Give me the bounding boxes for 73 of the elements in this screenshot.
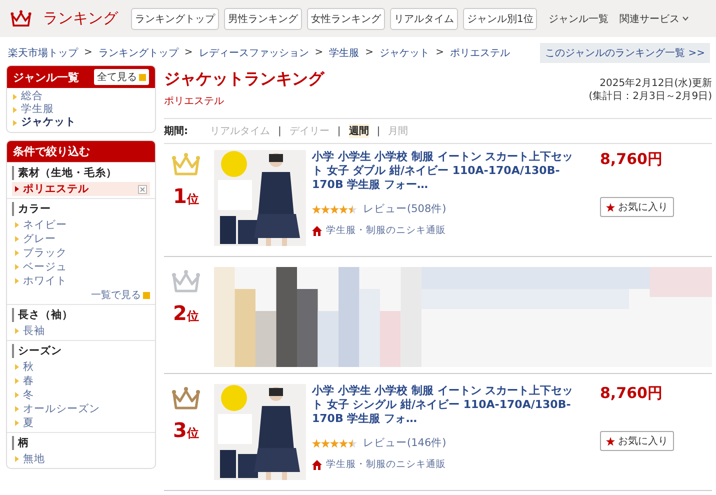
rank-number: 3位 (173, 418, 199, 442)
nav-button[interactable]: ジャンル別1位 (463, 8, 538, 30)
filter-option[interactable]: 長袖 (12, 324, 150, 338)
see-all-button[interactable]: 全て見る (94, 69, 149, 85)
star-icon (606, 202, 615, 212)
filter-option[interactable]: 夏 (12, 416, 150, 430)
shop-link[interactable]: 学生服・制服のニシキ通販 (312, 458, 580, 471)
crown-icon (10, 8, 32, 28)
filter-heading: シーズン (12, 344, 150, 358)
breadcrumb-separator: > (365, 47, 374, 58)
header-link[interactable]: ジャンル一覧 (548, 12, 608, 26)
filter-heading: 長さ（袖） (12, 308, 150, 322)
genre-link[interactable]: 総合 (13, 90, 149, 103)
breadcrumb-link[interactable]: ポリエステル (450, 46, 510, 60)
breadcrumb-link[interactable]: ジャケット (380, 46, 430, 60)
period-note: (集計日：2月3日～2月9日) (588, 90, 712, 103)
header-link[interactable]: 関連サービス (619, 12, 690, 26)
genre-link[interactable]: ジャケット (13, 116, 149, 129)
panel-title: 条件で絞り込む (13, 144, 90, 159)
breadcrumb-link[interactable]: ランキングトップ (98, 46, 178, 60)
price: 8,760円 (600, 384, 662, 403)
filter-option[interactable]: 無地 (12, 452, 150, 466)
page-title: ジャケットランキング (164, 69, 324, 90)
period-separator: | (376, 126, 380, 136)
favorite-button[interactable]: お気に入り (600, 431, 674, 451)
rank-number: 2位 (173, 301, 199, 325)
nav-button[interactable]: 女性ランキング (307, 8, 385, 30)
filter-heading: 素材（生地・毛糸） (12, 166, 150, 180)
breadcrumb-link[interactable]: レディースファッション (198, 46, 309, 60)
rank-number: 1位 (173, 184, 199, 208)
nav-button[interactable]: ランキングトップ (131, 8, 219, 30)
filter-heading: 柄 (12, 436, 150, 450)
genre-ranking-link[interactable]: このジャンルのランキング一覧 >> (540, 42, 710, 62)
filter-option[interactable]: 冬 (12, 388, 150, 402)
shop-link[interactable]: 学生服・制服のニシキ通販 (312, 224, 580, 237)
breadcrumb-separator: > (314, 47, 324, 58)
updated-date: 2025年2月12日(水)更新 (598, 77, 712, 90)
product-title[interactable]: 小学 小学生 小学校 制服 イートン スカート上下セット 女子 ダブル 紺/ネイビー 110A-170A/130B-170B 学生服 フォー… (312, 150, 580, 192)
review-link[interactable]: レビュー(508件) (363, 202, 446, 216)
breadcrumb-separator: > (436, 47, 444, 58)
filter-option[interactable]: ホワイト (12, 274, 150, 288)
breadcrumb-separator: > (184, 47, 193, 58)
logo-text: ランキング (43, 9, 118, 28)
breadcrumb-separator: > (84, 47, 92, 58)
filter-option[interactable]: ネイビー (12, 218, 150, 232)
breadcrumb-link[interactable]: 楽天市場トップ (8, 46, 78, 60)
remove-icon[interactable] (138, 184, 147, 194)
nav-button[interactable]: 男性ランキング (224, 8, 302, 30)
filter-heading: カラー (12, 202, 150, 216)
filter-option[interactable]: 秋 (12, 360, 150, 374)
review-link[interactable]: レビュー(146件) (363, 436, 446, 450)
favorite-button[interactable]: お気に入り (600, 197, 674, 217)
page-subtitle: ポリエステル (164, 95, 225, 108)
period-separator: | (278, 126, 282, 136)
period-label: 期間: (164, 124, 188, 138)
filter-option[interactable]: ポリエステル (12, 182, 150, 196)
filter-option[interactable]: ブラック (12, 246, 150, 260)
home-icon (312, 460, 322, 470)
filter-option[interactable]: オールシーズン (12, 402, 150, 416)
panel-title: ジャンル一覧 (13, 70, 79, 84)
home-icon (312, 226, 322, 236)
nav-button[interactable]: リアルタイム (390, 8, 458, 30)
breadcrumb-link[interactable]: 学生服 (329, 46, 360, 60)
more-link[interactable]: 一覧で見る (91, 288, 150, 302)
filter-option[interactable]: ベージュ (12, 260, 150, 274)
star-icon (606, 436, 615, 446)
filter-option[interactable]: グレー (12, 232, 150, 246)
genre-link[interactable]: 学生服 (13, 103, 149, 116)
price: 8,760円 (600, 150, 662, 169)
period-separator: | (337, 126, 341, 136)
product-title[interactable]: 小学 小学生 小学校 制服 イートン スカート上下セット 女子 シングル 紺/ネイビー 110A-170A/130B-170B 学生服 フォ… (312, 384, 580, 426)
period-tab[interactable]: 週間 (348, 124, 369, 138)
filter-option[interactable]: 春 (12, 374, 150, 388)
